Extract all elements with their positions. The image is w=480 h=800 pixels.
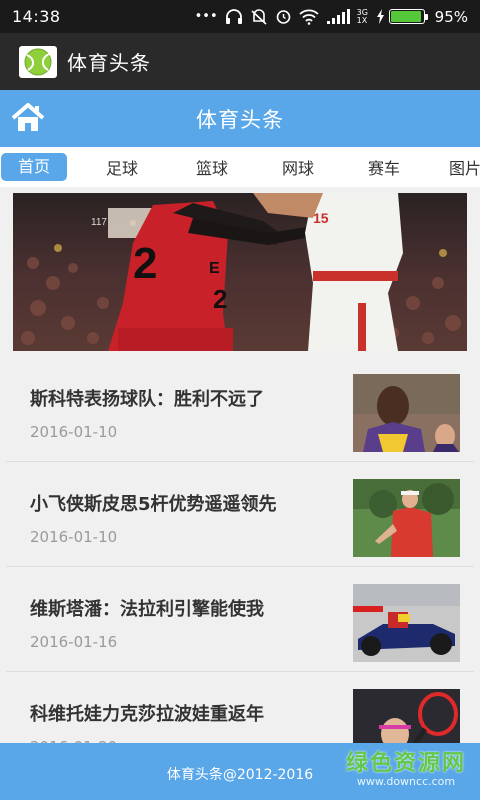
news-item[interactable]: 斯科特表扬球队：胜利不远了 2016-01-10 bbox=[6, 357, 474, 462]
battery-percent: 95% bbox=[434, 7, 468, 26]
news-item[interactable]: 维斯塔潘：法拉利引擎能使我 2016-01-16 bbox=[6, 567, 474, 672]
tab-home[interactable]: 首页 bbox=[1, 153, 67, 181]
tab-pictures[interactable]: 图片 bbox=[427, 155, 480, 179]
tab-basketball[interactable]: 篮球 bbox=[169, 155, 255, 179]
footer-copyright: 体育头条@2012-2016 bbox=[166, 766, 314, 783]
category-tabs: 首页 足球 篮球 网球 赛车 图片 bbox=[0, 147, 480, 187]
news-thumbnail-image bbox=[353, 479, 460, 557]
watermark-logo: 绿色资源网 www.downcc.com bbox=[345, 751, 466, 788]
battery-level-fill bbox=[390, 11, 422, 22]
tab-tennis[interactable]: 网球 bbox=[255, 155, 341, 179]
news-thumbnail-image bbox=[353, 584, 460, 662]
status-time: 14:38 bbox=[12, 7, 61, 26]
header-title: 体育头条 bbox=[196, 107, 284, 132]
alarm-icon bbox=[276, 10, 290, 24]
page-header: 体育头条 bbox=[0, 90, 480, 147]
headset-icon bbox=[225, 8, 242, 24]
battery-indicator: 95% bbox=[376, 8, 468, 26]
news-thumbnail-image bbox=[353, 374, 460, 452]
news-title: 维斯塔潘：法拉利引擎能使我 bbox=[30, 599, 264, 620]
svg-text:E: E bbox=[209, 260, 220, 277]
tab-racing[interactable]: 赛车 bbox=[341, 155, 427, 179]
svg-text:2: 2 bbox=[213, 284, 227, 314]
home-icon bbox=[11, 103, 45, 131]
app-title: 体育头条 bbox=[67, 51, 151, 75]
news-date: 2016-01-16 bbox=[30, 633, 118, 651]
news-list: 斯科特表扬球队：胜利不远了 2016-01-10 小飞侠斯皮思5杆优势遥遥领先 … bbox=[0, 357, 480, 777]
status-icons: ••• 3G 1X 95% bbox=[195, 8, 468, 26]
svg-text:2: 2 bbox=[133, 239, 157, 288]
news-item[interactable]: 小飞侠斯皮思5杆优势遥遥领先 2016-01-10 bbox=[6, 462, 474, 567]
home-button[interactable] bbox=[10, 102, 46, 134]
battery-icon bbox=[388, 9, 428, 24]
app-title-bar: 体育头条 bbox=[0, 33, 480, 90]
tennis-ball-icon bbox=[19, 45, 57, 78]
wifi-icon bbox=[299, 9, 319, 25]
hero-banner-image[interactable]: 117 2 2 E 15 bbox=[13, 193, 467, 351]
svg-text:15: 15 bbox=[313, 210, 329, 226]
more-dots-icon: ••• bbox=[194, 9, 218, 24]
charging-icon bbox=[376, 9, 384, 24]
signal-icon bbox=[326, 8, 350, 24]
mute-icon bbox=[251, 8, 267, 25]
news-title: 小飞侠斯皮思5杆优势遥遥领先 bbox=[30, 494, 277, 515]
network-type-label: 3G 1X bbox=[356, 7, 368, 25]
news-title: 科维托娃力克莎拉波娃重返年 bbox=[30, 704, 264, 725]
tab-football[interactable]: 足球 bbox=[75, 155, 169, 179]
news-date: 2016-01-10 bbox=[30, 423, 118, 441]
news-date: 2016-01-10 bbox=[30, 528, 118, 546]
svg-text:117: 117 bbox=[91, 217, 107, 228]
news-title: 斯科特表扬球队：胜利不远了 bbox=[30, 389, 264, 410]
status-bar: 14:38 ••• 3G 1X 95% bbox=[0, 0, 480, 33]
